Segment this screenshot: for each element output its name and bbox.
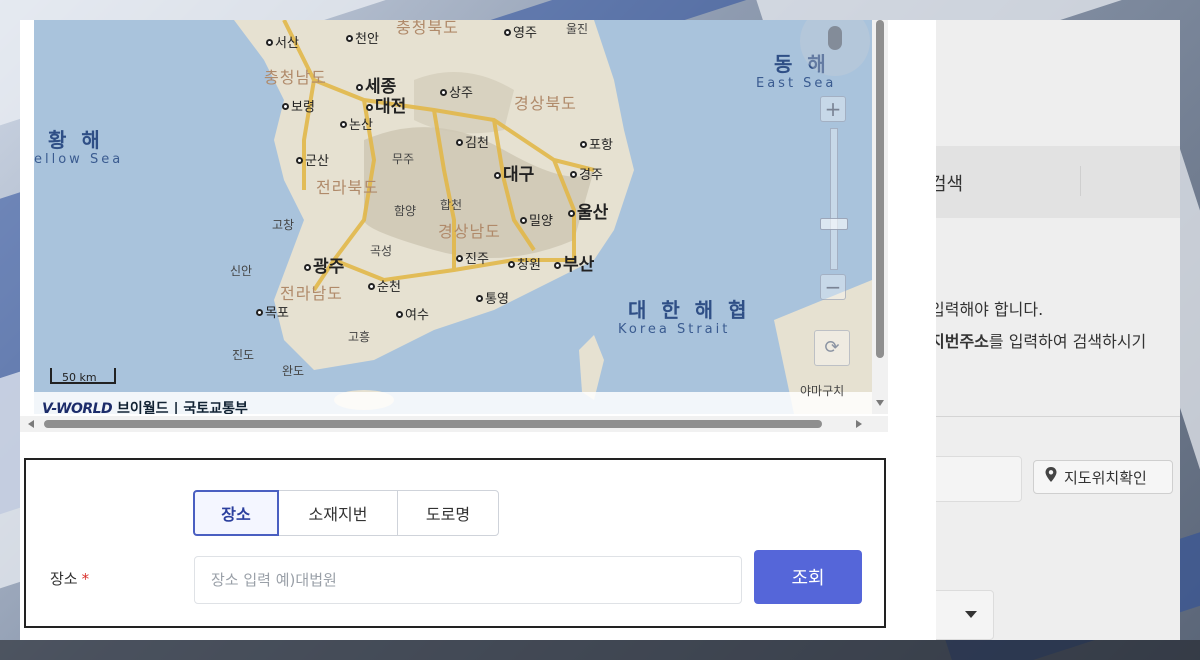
scale-bar-label: 50 km xyxy=(62,371,97,384)
map-label-changwon: 창원 xyxy=(508,254,541,273)
map-label-jeonbuk: 전라북도 xyxy=(316,178,379,197)
tab-road-address[interactable]: 도로명 xyxy=(397,490,499,536)
map-label-gokseong: 곡성 xyxy=(370,244,393,258)
refresh-icon: ⟳ xyxy=(824,337,840,358)
map-label-boryeong: 보령 xyxy=(282,96,315,115)
map-label-ulsan: 울산 xyxy=(568,198,608,223)
section-divider xyxy=(920,416,1180,417)
map-label-yeongju: 영주 xyxy=(504,22,537,41)
scroll-left-arrow-icon[interactable] xyxy=(28,420,34,428)
notice-line-2-rest: 를 입력하여 검색하시기 xyxy=(988,332,1147,351)
map-label-gyeongbuk: 경상북도 xyxy=(514,94,577,113)
map-label-uljin: 울진 xyxy=(566,22,589,36)
sea-label-east-en: East Sea xyxy=(756,76,837,91)
tab-place[interactable]: 장소 xyxy=(193,490,279,536)
map-label-busan: 부산 xyxy=(554,250,594,275)
sea-label-yellow: 황 해 xyxy=(48,128,104,152)
place-input[interactable] xyxy=(194,556,742,604)
map-label-goheung: 고흥 xyxy=(348,330,371,344)
map-label-muju: 무주 xyxy=(392,152,415,166)
map-label-jeonnam: 전라남도 xyxy=(280,284,343,303)
map-location-check-button[interactable]: 지도위치확인 xyxy=(1033,460,1173,494)
map-label-pohang: 포항 xyxy=(580,134,613,153)
map-label-suncheon: 순천 xyxy=(368,276,401,295)
sea-label-strait-en: Korea Strait xyxy=(618,322,731,337)
map-label-miryang: 밀양 xyxy=(520,210,553,229)
map-viewport[interactable]: 서산 천안 충청북도 영주 울진 충청남도 세종 대전 보령 상주 경상북도 논… xyxy=(34,20,872,414)
place-field-label: 장소 * xyxy=(50,568,89,589)
vworld-logo: V-WORLD xyxy=(42,401,113,414)
required-mark: * xyxy=(81,570,90,588)
notice-line-2: 지번주소를 입력하여 검색하시기 xyxy=(930,328,1146,352)
map-label-cheonan: 천안 xyxy=(346,28,379,47)
map-label-gochang: 고창 xyxy=(272,218,295,232)
search-type-tabs: 장소 소재지번 도로명 xyxy=(193,490,499,536)
zoom-out-button[interactable]: − xyxy=(820,274,846,300)
map-reset-button[interactable]: ⟳ xyxy=(814,330,850,366)
map-label-hapcheon: 합천 xyxy=(440,198,463,212)
pan-handle-icon xyxy=(828,26,842,50)
lookup-button[interactable]: 조회 xyxy=(754,550,862,604)
map-horizontal-scrollbar[interactable] xyxy=(20,416,888,432)
notice-bold-term: 지번주소 xyxy=(930,332,989,351)
horizontal-scroll-thumb[interactable] xyxy=(44,420,822,428)
sea-label-strait: 대 한 해 협 xyxy=(628,298,751,322)
map-label-tongyeong: 통영 xyxy=(476,288,509,307)
map-label-yeosu: 여수 xyxy=(396,304,429,323)
place-field-label-text: 장소 xyxy=(50,570,78,588)
vertical-scroll-thumb[interactable] xyxy=(876,20,884,358)
map-vertical-scrollbar[interactable] xyxy=(872,20,888,414)
zoom-control: + − xyxy=(816,96,850,302)
map-pin-icon xyxy=(1044,466,1058,488)
scroll-down-arrow-icon[interactable] xyxy=(876,400,884,406)
map-label-hamyang: 함양 xyxy=(394,204,417,218)
map-label-jinju: 진주 xyxy=(456,248,489,267)
scroll-right-arrow-icon[interactable] xyxy=(856,420,862,428)
zoom-slider-track[interactable] xyxy=(830,128,838,270)
zoom-in-button[interactable]: + xyxy=(820,96,846,122)
map-attribution: V-WORLD 브이월드 | 국토교통부 xyxy=(42,398,248,414)
map-label-gyeongju: 경주 xyxy=(570,164,603,183)
map-label-daegu: 대구 xyxy=(494,160,534,185)
tab-lot-address[interactable]: 소재지번 xyxy=(278,490,398,536)
korea-map-graphic xyxy=(34,20,872,414)
map-label-wando: 완도 xyxy=(282,364,305,378)
map-label-chungbuk: 충청북도 xyxy=(396,20,459,37)
map-label-gimcheon: 김천 xyxy=(456,132,489,151)
zoom-slider-handle[interactable] xyxy=(820,218,848,230)
map-location-check-label: 지도위치확인 xyxy=(1064,468,1147,487)
map-label-sangju: 상주 xyxy=(440,82,473,101)
map-label-gyeongnam: 경상남도 xyxy=(438,222,501,241)
tab-divider xyxy=(1080,166,1081,196)
place-search-form: 장소 소재지번 도로명 장소* 조회 xyxy=(24,458,886,628)
map-label-jindo: 진도 xyxy=(232,348,255,362)
map-label-gunsan: 군산 xyxy=(296,150,329,169)
attribution-text: 브이월드 | 국토교통부 xyxy=(117,401,248,414)
map-label-gwangju: 광주 xyxy=(304,252,344,277)
map-label-sinan: 신안 xyxy=(230,264,253,278)
chevron-down-icon xyxy=(965,611,977,618)
map-label-mokpo: 목포 xyxy=(256,302,289,321)
map-label-seosan: 서산 xyxy=(266,32,299,51)
place-search-modal: 서산 천안 충청북도 영주 울진 충청남도 세종 대전 보령 상주 경상북도 논… xyxy=(20,20,936,640)
map-label-nonsan: 논산 xyxy=(340,114,373,133)
sea-label-yellow-en: ellow Sea xyxy=(34,152,124,167)
notice-line-1: 입력해야 합니다. xyxy=(930,300,1044,319)
map-label-chungnam: 충청남도 xyxy=(264,68,327,87)
map-label-yamaguchi: 야마구치 xyxy=(800,384,845,398)
